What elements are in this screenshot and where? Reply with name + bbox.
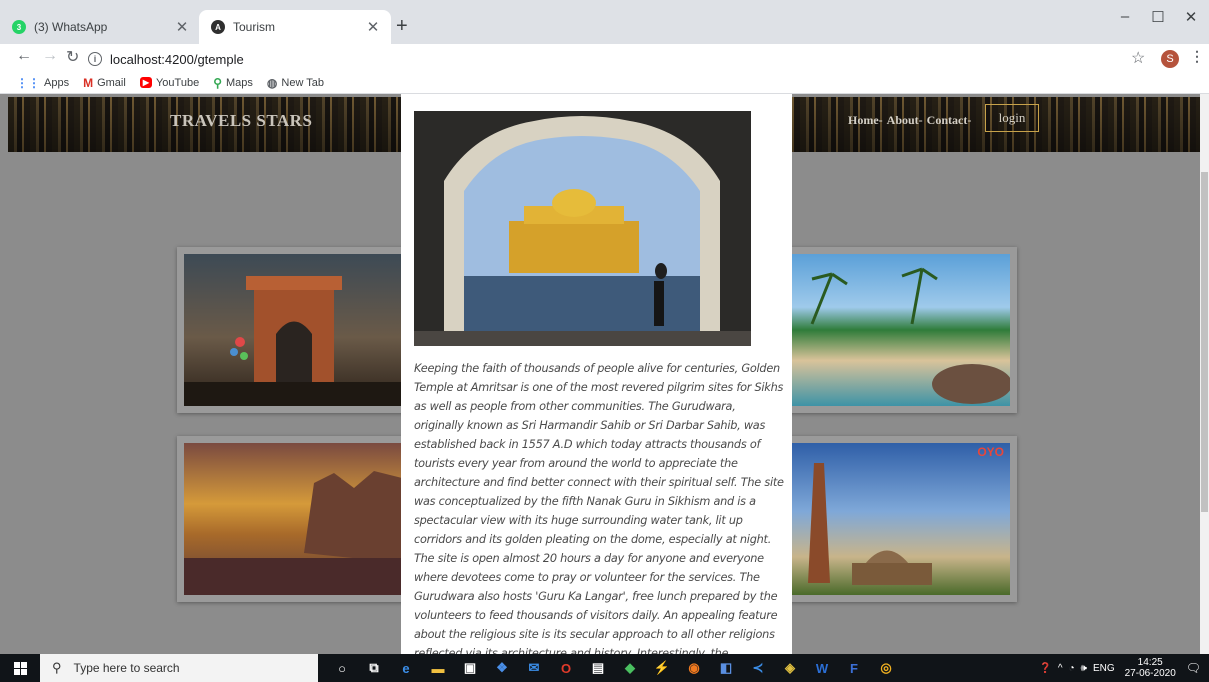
bookmark-label: Maps: [226, 76, 253, 89]
search-placeholder: Type here to search: [73, 661, 180, 675]
youtube-icon: ▶: [139, 77, 152, 88]
minar-illustration: [808, 463, 932, 585]
bookmark-label: Apps: [44, 76, 70, 89]
chrome-icon[interactable]: ◎: [872, 658, 900, 678]
card-india-gate[interactable]: [177, 247, 409, 413]
card-goa-beach[interactable]: [785, 247, 1017, 413]
golden-temple-image: [414, 111, 751, 346]
new-tab-button[interactable]: +: [396, 16, 408, 36]
vscode-icon[interactable]: ≺: [744, 658, 772, 678]
tab-tourism[interactable]: A Tourism ✕: [199, 10, 391, 44]
back-arrow-icon[interactable]: ←: [16, 47, 32, 65]
profile-avatar[interactable]: S: [1161, 50, 1179, 68]
mail-icon[interactable]: ✉: [520, 658, 548, 678]
close-tab-icon[interactable]: ✕: [365, 18, 381, 36]
browser-toolbar: ← → ↻ i localhost:4200/gtemple ☆: [0, 44, 1209, 72]
clock-time: 14:25: [1137, 657, 1163, 668]
globe-icon: ◍: [266, 75, 278, 90]
oyo-watermark: OYO: [977, 445, 1004, 459]
apps-grid-icon: ⋮⋮: [16, 75, 40, 90]
close-tab-icon[interactable]: ✕: [174, 18, 190, 36]
chevron-up-icon[interactable]: ^: [1058, 663, 1063, 674]
windows-taskbar: ⚲ Type here to search ○ ⧉ e ▬ ▣ ❖ ✉ O ▤ …: [0, 654, 1209, 682]
maps-icon: ⚲: [213, 75, 222, 90]
address-bar[interactable]: i localhost:4200/gtemple: [88, 48, 1118, 70]
cortana-icon[interactable]: ○: [328, 658, 356, 678]
language-indicator[interactable]: ENG: [1093, 663, 1115, 674]
tab-strip: 3 (3) WhatsApp ✕ A Tourism ✕ + – ☐ ✕: [0, 0, 1209, 44]
angular-icon: A: [211, 20, 225, 34]
bookmark-label: YouTube: [155, 76, 200, 89]
nav-contact[interactable]: Contact-: [927, 113, 972, 128]
tab-whatsapp[interactable]: 3 (3) WhatsApp ✕: [0, 10, 200, 44]
page-scrollbar[interactable]: [1200, 94, 1209, 654]
file-explorer-icon[interactable]: ▬: [424, 658, 452, 678]
bookmark-star-icon[interactable]: ☆: [1131, 48, 1145, 68]
nav-about[interactable]: About-: [887, 113, 923, 128]
india-gate-illustration: [184, 276, 402, 406]
bookmark-new-tab[interactable]: ◍ New Tab: [267, 76, 324, 90]
menu-kebab-icon[interactable]: ⋮: [1190, 48, 1204, 65]
card-qutub-minar[interactable]: OYO: [785, 436, 1017, 602]
forms-icon[interactable]: F: [840, 658, 868, 678]
windows-start-icon[interactable]: [0, 654, 40, 682]
system-tray: ❓ ^ ◔ 🕪 ENG 14:25 27-06-2020 🗨: [1039, 654, 1209, 682]
login-button[interactable]: login: [985, 104, 1039, 132]
taskbar-apps: ○ ⧉ e ▬ ▣ ❖ ✉ O ▤ ◆ ⚡ ◉ ◧ ≺ ◈ W F ◎: [326, 658, 902, 678]
beach-image: [792, 254, 1010, 406]
ghats-illustration: [184, 471, 402, 595]
bookmark-youtube[interactable]: ▶ YouTube: [139, 76, 200, 89]
minimize-button[interactable]: –: [1110, 8, 1140, 25]
reload-icon[interactable]: ↻: [66, 47, 79, 67]
bookmark-gmail[interactable]: M Gmail: [83, 76, 126, 90]
search-icon: ⚲: [52, 660, 62, 675]
notification-center-icon[interactable]: 🗨: [1186, 661, 1201, 675]
bookmark-maps[interactable]: ⚲ Maps: [213, 76, 253, 90]
india-gate-image: [184, 254, 402, 406]
firefox-icon[interactable]: ◉: [680, 658, 708, 678]
bookmark-label: New Tab: [281, 76, 324, 89]
golden-temple-illustration: [414, 111, 751, 346]
whatsapp-icon: 3: [12, 20, 26, 34]
bookmarks-bar: ⋮⋮ Apps M Gmail ▶ YouTube ⚲ Maps ◍ New T…: [0, 72, 1209, 94]
bookmark-label: Gmail: [97, 76, 126, 89]
page-viewport: TRAVELS STARS Home- About- Contact- logi…: [0, 94, 1209, 654]
app-icon[interactable]: ◧: [712, 658, 740, 678]
bolt-icon[interactable]: ⚡: [648, 658, 676, 678]
taskbar-search[interactable]: ⚲ Type here to search: [40, 654, 318, 682]
site-nav: Home- About- Contact-: [848, 113, 971, 128]
gmail-icon: M: [83, 75, 94, 90]
bookmark-apps[interactable]: ⋮⋮ Apps: [16, 76, 69, 90]
temple-detail-modal: Keeping the faith of thousands of people…: [401, 94, 792, 654]
maximize-button[interactable]: ☐: [1143, 8, 1173, 26]
volume-icon[interactable]: 🕪: [1081, 663, 1087, 674]
notepad-icon[interactable]: ▤: [584, 658, 612, 678]
sourcetree-icon[interactable]: ◈: [776, 658, 804, 678]
scrollbar-thumb[interactable]: [1201, 172, 1208, 512]
edge-icon[interactable]: e: [392, 658, 420, 678]
task-view-icon[interactable]: ⧉: [360, 658, 388, 678]
tab-title: Tourism: [233, 20, 276, 34]
dropbox-icon[interactable]: ❖: [488, 658, 516, 678]
qutub-minar-image: OYO: [792, 443, 1010, 595]
beach-illustration: [810, 267, 1010, 404]
card-varanasi-ghats[interactable]: [177, 436, 409, 602]
nav-home[interactable]: Home-: [848, 113, 883, 128]
tab-title: (3) WhatsApp: [34, 20, 108, 34]
address-text: localhost:4200/gtemple: [110, 51, 244, 67]
store-icon[interactable]: ▣: [456, 658, 484, 678]
opera-icon[interactable]: O: [552, 658, 580, 678]
help-icon[interactable]: ❓: [1039, 663, 1051, 674]
close-window-button[interactable]: ✕: [1176, 8, 1206, 26]
temple-description: Keeping the faith of thousands of people…: [414, 362, 784, 654]
varanasi-image: [184, 443, 402, 595]
forward-arrow-icon[interactable]: →: [42, 47, 58, 65]
clock[interactable]: 14:25 27-06-2020: [1125, 657, 1176, 679]
info-icon[interactable]: i: [88, 52, 102, 66]
clock-date: 27-06-2020: [1124, 668, 1176, 679]
evernote-icon[interactable]: ◆: [616, 658, 644, 678]
site-brand[interactable]: TRAVELS STARS: [170, 111, 312, 131]
wifi-icon[interactable]: ◔: [1069, 663, 1075, 674]
word-icon[interactable]: W: [808, 658, 836, 678]
